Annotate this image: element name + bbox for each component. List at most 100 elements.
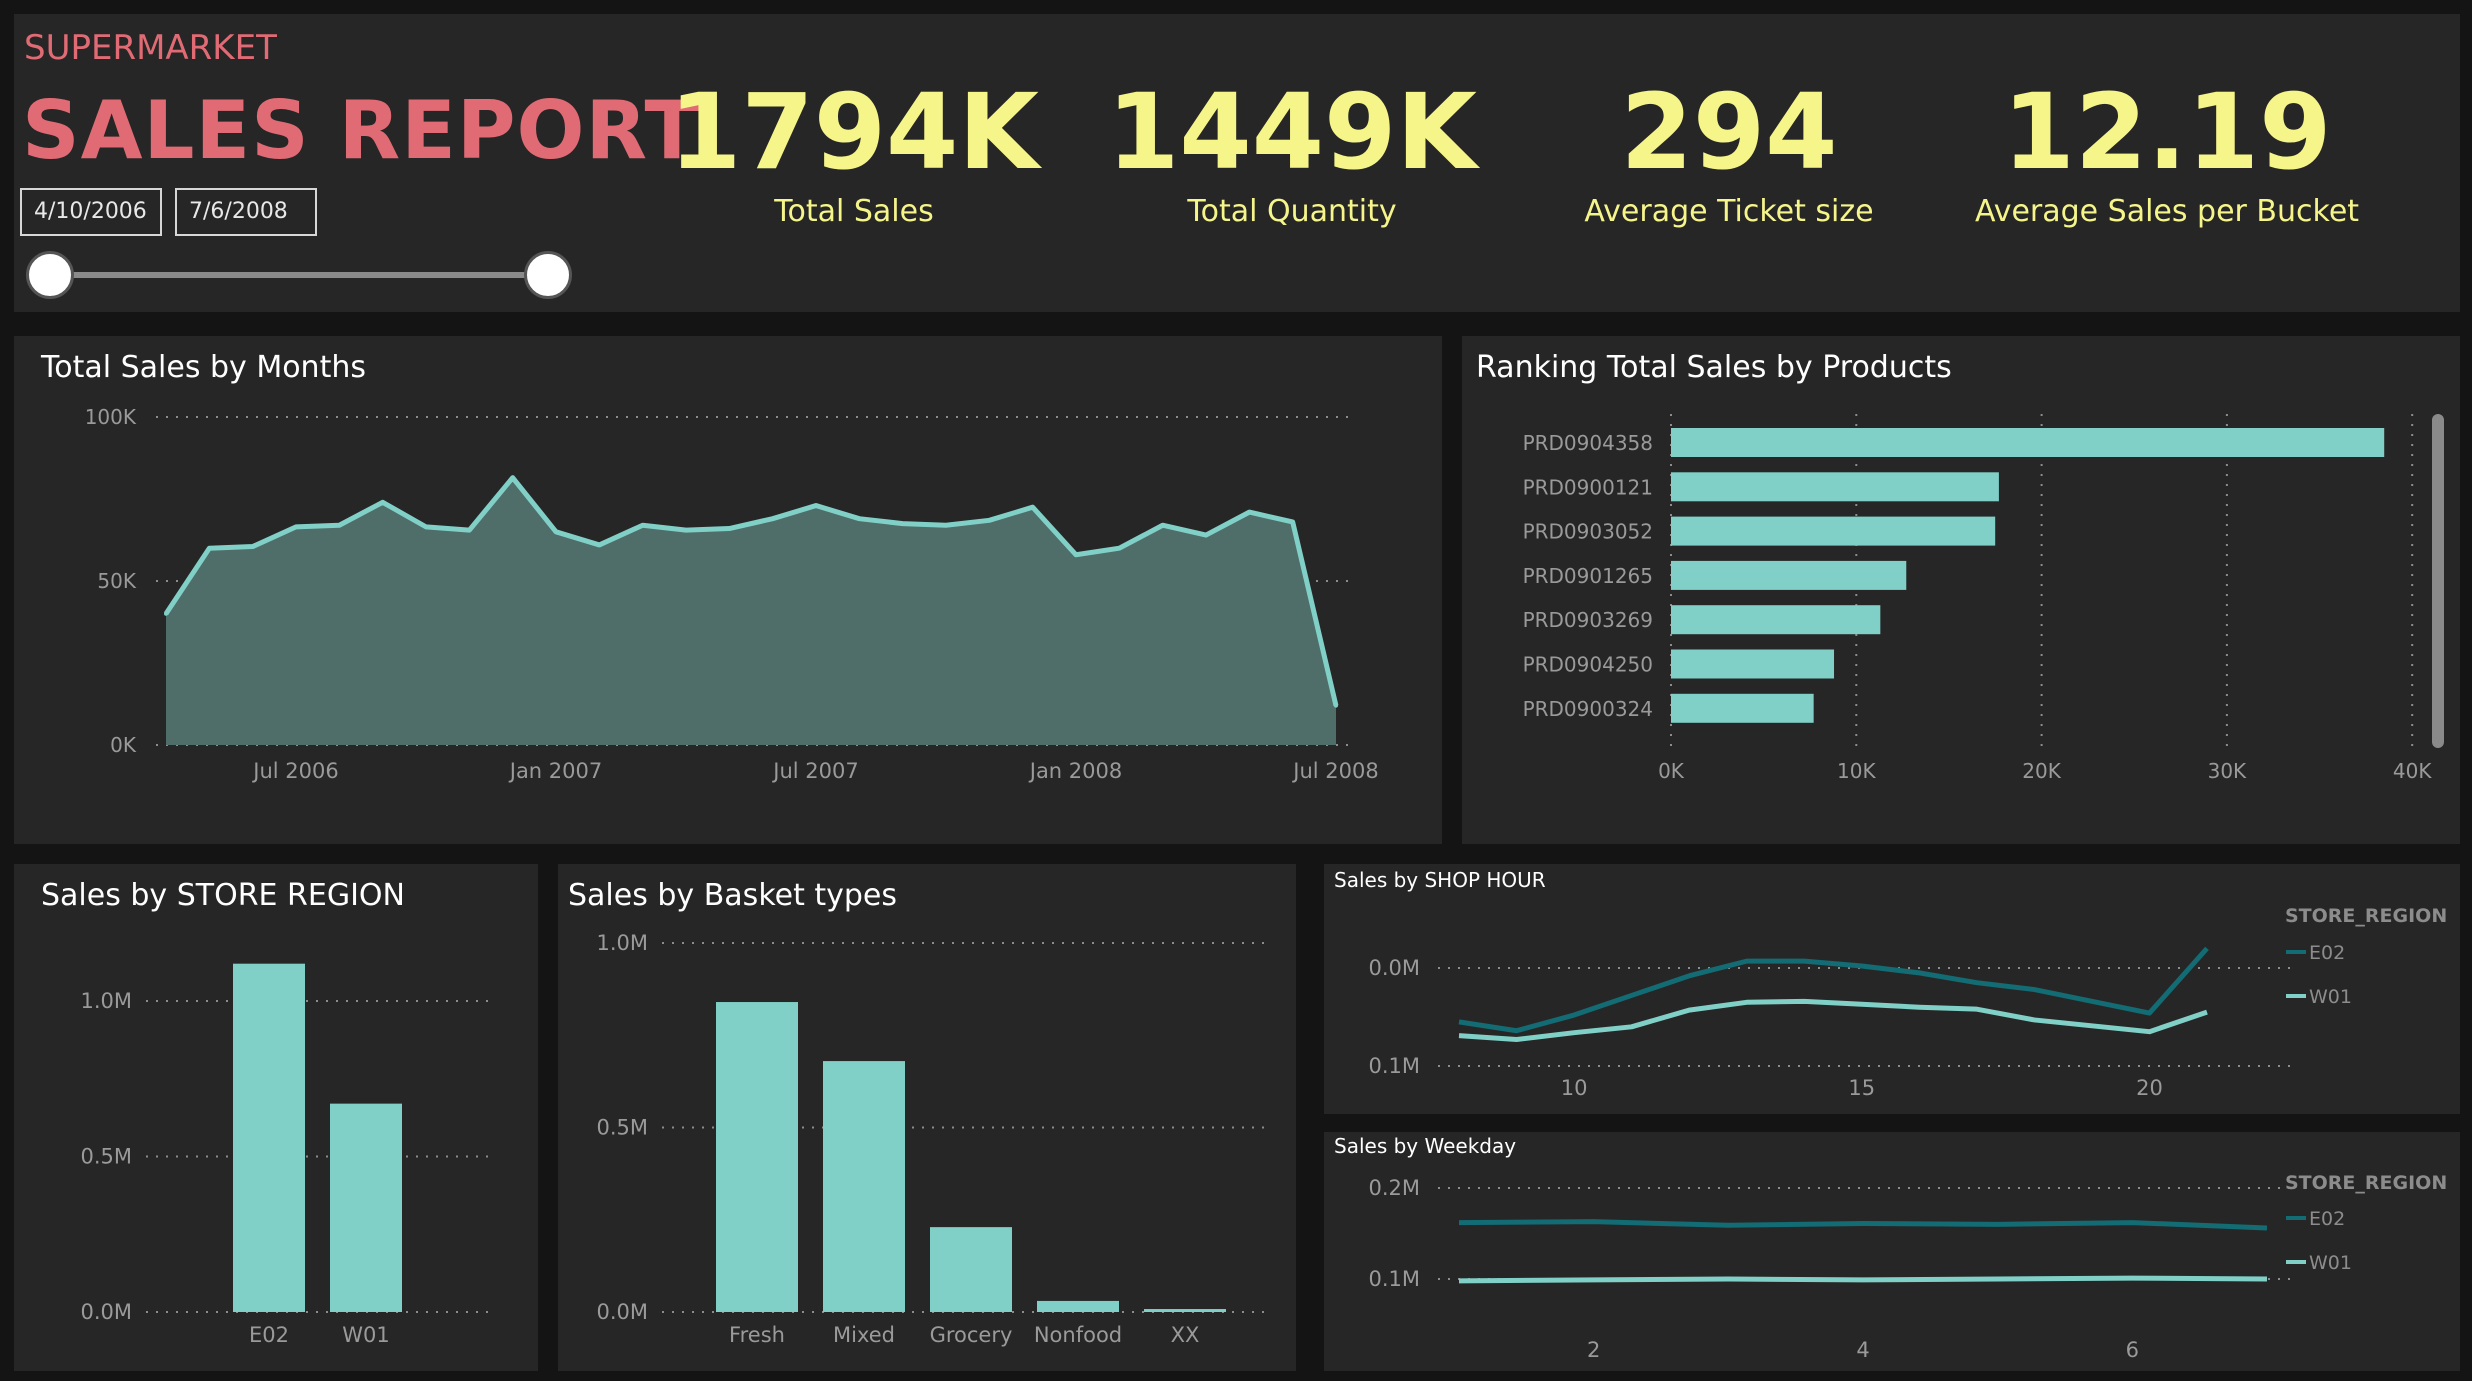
basket-x-tick-label: Grocery — [930, 1323, 1013, 1347]
months-data-point — [207, 546, 212, 551]
region-panel: Sales by STORE REGION 0.0M 0.5M 1.0M E02 W01 — [14, 864, 538, 1371]
months-data-point — [1247, 510, 1252, 515]
kpi-total-sales-label: Total Sales — [774, 194, 934, 229]
shop_hour-line-e02 — [1458, 946, 2209, 1034]
kpi-average-ticket-size: 294 Average Ticket size — [1519, 76, 1939, 229]
products-y-tick-label: PRD0900324 — [1523, 697, 1653, 721]
basket-bar — [823, 1061, 905, 1312]
products-bar — [1671, 428, 2385, 457]
shop_hour-x-tick-label: 15 — [1848, 1076, 1875, 1100]
basket-bar — [1144, 1309, 1226, 1312]
products-x-tick-label: 10K — [1837, 759, 1876, 783]
months-data-point — [684, 528, 688, 533]
report-title: SALES REPORT — [22, 84, 701, 177]
months-data-point — [1117, 546, 1122, 551]
products-panel: Ranking Total Sales by Products 0K 10K 20K… — [1462, 336, 2460, 844]
weekday-line-e02 — [1458, 1219, 2268, 1231]
weekday-legend-label: E02 — [2309, 1208, 2345, 1230]
basket-x-tick-label: XX — [1171, 1323, 1200, 1347]
basket-y-tick-label: 1.0M — [596, 931, 648, 955]
weekday-line-w01 — [1458, 1275, 2268, 1284]
region-bar — [330, 1103, 402, 1312]
months-data-point — [640, 523, 645, 528]
shop-hour-panel: Sales by SHOP HOUR 0.0M 0.1M 10 15 20 STORE_R… — [1324, 864, 2460, 1114]
months-data-point — [944, 523, 948, 528]
months-x-tick-label: Jan 2007 — [508, 759, 603, 783]
months-data-point — [380, 500, 385, 505]
report-subtitle: SUPERMARKET — [24, 28, 277, 68]
region-bar — [233, 963, 305, 1312]
region-y-tick-label: 1.0M — [80, 989, 132, 1013]
months-data-point — [727, 526, 732, 531]
date-slider-start-handle[interactable] — [26, 251, 74, 299]
products-chart[interactable]: 0K 10K 20K 30K 40K PRD0904358 PRD0900121 PRD090… — [1462, 336, 2460, 844]
weekday-chart[interactable]: 0.2M 0.1M 2 4 6 STORE_REGION E02 W01 — [1324, 1132, 2460, 1371]
kpi-average-sales-per-bucket: 12.19 Average Sales per Bucket — [1957, 76, 2377, 229]
region-y-tick-label: 0.5M — [80, 1145, 132, 1169]
products-y-tick-label: PRD0904250 — [1523, 653, 1653, 677]
months-data-point — [1290, 519, 1295, 524]
products-x-tick-label: 20K — [2022, 759, 2061, 783]
shop_hour-legend-title: STORE_REGION — [2285, 905, 2447, 927]
basket-panel: Sales by Basket types 0.0M 0.5M 1.0M Fresh M… — [558, 864, 1296, 1371]
months-y-tick-label: 0K — [110, 733, 137, 757]
basket-x-tick-label: Fresh — [729, 1323, 785, 1347]
shop_hour-y-tick-label: 0.1M — [1368, 1054, 1420, 1078]
months-data-point — [770, 516, 775, 521]
weekday-x-tick-label: 4 — [1856, 1338, 1869, 1362]
shop-hour-chart[interactable]: 0.0M 0.1M 10 15 20 STORE_REGION E02 W01 — [1324, 864, 2460, 1114]
weekday-legend-title: STORE_REGION — [2285, 1172, 2447, 1194]
kpi-total-sales-value: 1794K — [668, 71, 1040, 193]
months-data-point — [857, 516, 862, 521]
date-end-input[interactable]: 7/6/2008 — [175, 188, 317, 236]
basket-y-tick-label: 0.5M — [596, 1116, 648, 1140]
region-y-tick-label: 0.0M — [80, 1300, 132, 1324]
shop_hour-line-w01 — [1458, 998, 2208, 1043]
months-data-point — [424, 524, 428, 529]
weekday-y-tick-label: 0.2M — [1368, 1176, 1420, 1200]
months-x-tick-label: Jul 2006 — [251, 759, 338, 783]
products-scrollbar[interactable] — [2432, 414, 2444, 748]
months-data-point — [1204, 533, 1208, 538]
products-bar — [1671, 472, 1999, 502]
date-slider-end-handle[interactable] — [524, 251, 572, 299]
products-x-tick-label: 30K — [2208, 759, 2247, 783]
months-data-point — [1030, 505, 1035, 510]
weekday-legend-label: W01 — [2309, 1252, 2352, 1274]
products-y-tick-label: PRD0903052 — [1523, 520, 1653, 544]
kpi-total-quantity: 1449K Total Quantity — [1082, 76, 1502, 229]
products-x-tick-label: 40K — [2393, 759, 2432, 783]
shop_hour-legend-label: W01 — [2309, 986, 2352, 1008]
kpi-total-sales: 1794K Total Sales — [644, 76, 1064, 229]
date-slider-track[interactable] — [50, 272, 548, 278]
basket-x-tick-label: Nonfood — [1034, 1323, 1122, 1347]
region-chart[interactable]: 0.0M 0.5M 1.0M E02 W01 — [14, 864, 538, 1371]
months-chart[interactable]: 0K 50K 100K Jul 2006 Jan 2007 Jul 2007 Jan 200… — [14, 336, 1442, 844]
months-data-point — [510, 475, 515, 480]
months-x-tick-label: Jul 2008 — [1291, 759, 1378, 783]
products-y-tick-label: PRD0901265 — [1523, 564, 1653, 588]
products-y-tick-label: PRD0900121 — [1523, 475, 1653, 499]
months-data-point — [1074, 552, 1078, 557]
months-y-tick-label: 50K — [97, 569, 136, 593]
products-y-tick-label: PRD0904358 — [1523, 431, 1653, 455]
weekday-y-tick-label: 0.1M — [1368, 1267, 1420, 1291]
basket-chart[interactable]: 0.0M 0.5M 1.0M Fresh Mixed Grocery Nonfood XX — [558, 864, 1296, 1371]
region-x-tick-label: E02 — [249, 1323, 289, 1347]
kpi-average-ticket-size-value: 294 — [1620, 71, 1838, 193]
months-data-point — [814, 503, 818, 508]
kpi-average-sales-per-bucket-label: Average Sales per Bucket — [1974, 194, 2360, 229]
months-area-fill — [166, 477, 1336, 745]
products-bar — [1671, 516, 1996, 546]
date-start-input[interactable]: 4/10/2006 — [20, 188, 162, 236]
basket-x-tick-label: Mixed — [833, 1323, 895, 1347]
products-x-tick-label: 0K — [1658, 759, 1685, 783]
header-panel: SUPERMARKET SALES REPORT 4/10/2006 7/6/2… — [14, 14, 2460, 312]
weekday-x-tick-label: 6 — [2126, 1338, 2139, 1362]
kpi-total-quantity-value: 1449K — [1106, 71, 1478, 193]
months-panel: Total Sales by Months 0K 50K 100K Jul 2006 J… — [14, 336, 1442, 844]
months-data-point — [1160, 523, 1165, 528]
products-bar — [1671, 605, 1881, 635]
months-data-point — [554, 529, 558, 534]
months-data-point — [250, 544, 255, 549]
